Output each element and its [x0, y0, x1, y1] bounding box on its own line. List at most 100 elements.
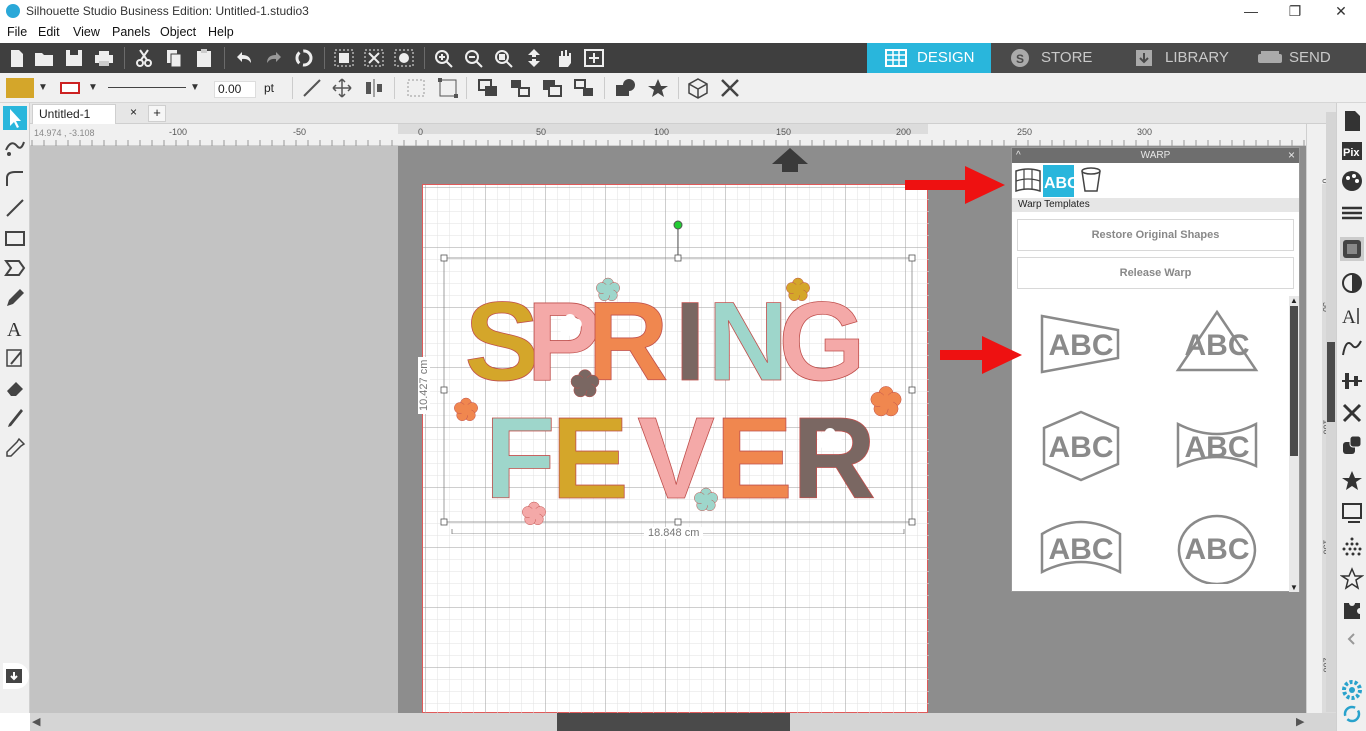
line-color-swatch[interactable] [60, 82, 80, 94]
warp-template-icon[interactable]: ABC [1174, 410, 1260, 478]
warp-template-icon[interactable]: ABC [1174, 512, 1260, 584]
contrast-icon[interactable] [1340, 271, 1364, 295]
save-icon[interactable] [62, 47, 86, 69]
star-outline-icon[interactable] [1340, 567, 1364, 591]
panel-scrollbar-thumb[interactable] [1290, 306, 1298, 456]
menu-panels[interactable]: Panels [112, 25, 150, 39]
panel-expand-arrow-icon[interactable] [1340, 627, 1364, 651]
draw-line-icon[interactable] [300, 77, 324, 99]
document-tab[interactable]: Untitled-1 [32, 104, 116, 124]
star-shape-icon[interactable] [646, 77, 670, 99]
release-warp-button[interactable]: Release Warp [1017, 257, 1294, 289]
tab-library[interactable]: LIBRARY [1115, 43, 1239, 73]
warp-template-icon[interactable]: ABC [1038, 410, 1124, 482]
rectangle-tool-icon[interactable] [3, 226, 27, 250]
paste-icon[interactable] [192, 47, 216, 69]
maximize-button[interactable]: ❐ [1272, 0, 1318, 23]
move-icon[interactable] [330, 77, 354, 99]
close-window-button[interactable]: ✕ [1318, 0, 1364, 23]
replicate-icon[interactable] [1340, 433, 1364, 457]
align-icon[interactable] [362, 77, 386, 99]
text-to-path-icon[interactable] [1340, 335, 1364, 359]
fill-color-dropdown-icon[interactable]: ▼ [38, 82, 48, 93]
menu-object[interactable]: Object [160, 25, 196, 39]
close-panel-button[interactable]: × [1288, 148, 1295, 163]
align-panel-icon[interactable] [1340, 369, 1364, 393]
text-style-icon[interactable]: A [1340, 303, 1364, 327]
menu-view[interactable]: View [73, 25, 100, 39]
warp-envelope-tab-icon[interactable] [1078, 165, 1104, 195]
3d-box-icon[interactable] [686, 77, 710, 99]
minimize-button[interactable]: — [1228, 0, 1274, 23]
scroll-right-icon[interactable]: ▶ [1296, 715, 1304, 728]
puzzle-icon[interactable] [1340, 599, 1364, 623]
warp-grid-tab-icon[interactable] [1014, 165, 1042, 195]
delete-x-icon[interactable] [718, 77, 742, 99]
menu-help[interactable]: Help [208, 25, 234, 39]
menu-file[interactable]: File [7, 25, 27, 39]
tab-send[interactable]: SEND [1239, 43, 1366, 73]
warp-text-tab[interactable]: ABC [1043, 165, 1074, 197]
panel-scrollbar[interactable]: ▲ ▼ [1289, 296, 1299, 592]
polygon-tool-icon[interactable] [3, 256, 27, 280]
line-style-preview[interactable] [108, 87, 186, 88]
undo-icon[interactable] [232, 47, 256, 69]
warp-template-icon[interactable]: ABC [1038, 512, 1124, 580]
warp-template-icon[interactable]: ABC [1174, 308, 1260, 376]
page-setup-icon[interactable] [1340, 109, 1364, 133]
panel-scroll-down-icon[interactable]: ▼ [1290, 583, 1298, 592]
palette-icon[interactable] [1340, 169, 1364, 193]
curve-tool-icon[interactable] [3, 166, 27, 190]
redo-icon[interactable] [262, 47, 286, 69]
pan-hand-icon[interactable] [552, 47, 576, 69]
collapse-panel-icon[interactable]: ^ [1016, 148, 1021, 163]
deselect-icon[interactable] [362, 47, 386, 69]
line-tool-icon[interactable] [3, 196, 27, 220]
new-tab-button[interactable]: + [148, 105, 166, 122]
fill-pattern-icon[interactable] [1340, 237, 1364, 261]
vertical-scrollbar-thumb[interactable] [1327, 342, 1335, 422]
select-by-color-icon[interactable] [392, 47, 416, 69]
text-tool-icon[interactable]: A [3, 316, 27, 340]
offset-icon[interactable] [1340, 501, 1364, 525]
line-style-dropdown-icon[interactable]: ▼ [190, 82, 200, 93]
tab-design[interactable]: DESIGN [867, 43, 991, 73]
send-backward-icon[interactable] [540, 77, 564, 99]
weld-icon[interactable] [614, 77, 638, 99]
group-icon[interactable] [404, 77, 428, 99]
ungroup-icon[interactable] [436, 77, 460, 99]
sync-icon[interactable] [1340, 703, 1364, 725]
fit-to-page-icon[interactable] [522, 47, 546, 69]
sketch-tool-icon[interactable] [3, 346, 27, 370]
panel-scroll-up-icon[interactable]: ▲ [1290, 296, 1298, 305]
transform-icon[interactable] [1340, 401, 1364, 425]
zoom-selection-icon[interactable] [492, 47, 516, 69]
cut-icon[interactable] [132, 47, 156, 69]
line-style-icon[interactable] [1340, 201, 1364, 225]
redraw-icon[interactable] [292, 47, 316, 69]
pixscan-icon[interactable]: Pix [1340, 139, 1364, 163]
line-width-input[interactable]: 0.00 [214, 81, 256, 98]
zoom-fit-icon[interactable] [582, 47, 606, 69]
settings-gear-icon[interactable] [1340, 678, 1364, 702]
folder-download-icon[interactable] [3, 663, 29, 689]
restore-original-shapes-button[interactable]: Restore Original Shapes [1017, 219, 1294, 251]
bring-to-front-icon[interactable] [476, 77, 500, 99]
print-icon[interactable] [92, 47, 116, 69]
document-tab-close-button[interactable]: × [130, 105, 137, 119]
scrollbar-thumb[interactable] [557, 713, 790, 731]
point-edit-icon[interactable] [3, 136, 27, 160]
new-file-icon[interactable] [4, 47, 28, 69]
warp-template-icon[interactable]: ABC [1038, 308, 1124, 376]
open-folder-icon[interactable] [32, 47, 56, 69]
star-panel-icon[interactable] [1340, 469, 1364, 493]
send-to-back-icon[interactable] [572, 77, 596, 99]
spring-fever-artwork[interactable]: SPRING FEVER 10.427 cm 18.848 cm [418, 214, 930, 539]
fill-color-swatch[interactable] [6, 78, 34, 98]
bring-forward-icon[interactable] [508, 77, 532, 99]
eyedropper-tool-icon[interactable] [3, 436, 27, 460]
pencil-tool-icon[interactable] [3, 286, 27, 310]
trace-dots-icon[interactable] [1340, 535, 1364, 559]
select-all-icon[interactable] [332, 47, 356, 69]
knife-tool-icon[interactable] [3, 406, 27, 430]
